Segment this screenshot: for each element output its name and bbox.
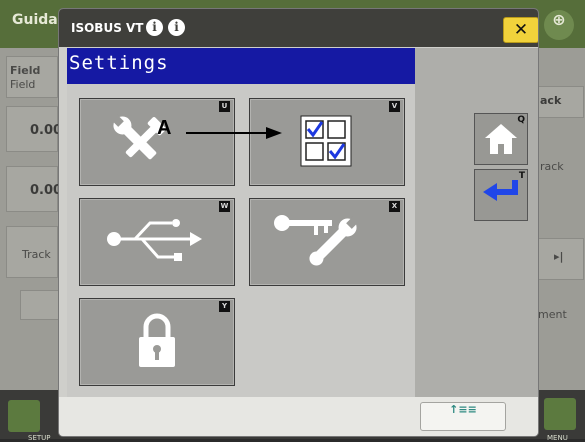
menu-button[interactable] xyxy=(544,398,576,430)
lock-icon xyxy=(139,313,175,367)
field-value: Field xyxy=(10,78,36,91)
page-up-button[interactable]: ↑≡≡ xyxy=(420,402,506,431)
side-panel xyxy=(415,48,538,397)
dialog-title: ISOBUS VT xyxy=(71,21,144,35)
value2: 0.00 xyxy=(30,183,63,198)
callout-label: A xyxy=(157,117,172,139)
app-title: Guida xyxy=(12,12,58,28)
home-button[interactable]: Q xyxy=(474,113,528,165)
track-label: Track xyxy=(22,248,51,261)
close-button[interactable]: ✕ xyxy=(503,17,538,43)
info-icon[interactable]: i xyxy=(146,19,163,36)
right-panel: ack rack ▸| ment xyxy=(532,48,585,390)
back-button[interactable]: T xyxy=(474,169,528,221)
setup-button[interactable] xyxy=(8,400,40,432)
callout-arrow-icon xyxy=(186,127,282,139)
menu-label: MENU xyxy=(547,434,568,442)
info-icon[interactable]: i xyxy=(168,19,185,36)
key-wrench-icon xyxy=(274,215,359,266)
settings-title: Settings xyxy=(69,52,169,74)
skip-icon: ▸| xyxy=(554,250,564,263)
top-right-icon[interactable]: ⊕ xyxy=(544,10,574,40)
usb-tile[interactable]: W xyxy=(79,198,235,286)
dialog-header: ISOBUS VT i i ✕ xyxy=(59,9,538,47)
lock-tile[interactable]: Y xyxy=(79,298,235,386)
right-track-label: rack xyxy=(540,160,564,173)
usb-icon xyxy=(107,219,202,261)
home-key: Q xyxy=(517,115,525,125)
left-panel: Field Field 0.00 0.00 Track xyxy=(0,48,62,390)
field-card[interactable] xyxy=(6,56,58,98)
back-key: T xyxy=(518,171,525,181)
dialog-footer: ↑≡≡ xyxy=(59,397,538,436)
key-wrench-tile[interactable]: X xyxy=(249,198,405,286)
value1: 0.00 xyxy=(30,123,63,138)
isobus-vt-dialog: ISOBUS VT i i ✕ Settings U V W X Y A Q T… xyxy=(59,9,538,436)
settings-title-bar: Settings xyxy=(67,48,415,84)
setup-label: SETUP xyxy=(28,434,51,442)
back-label: ack xyxy=(540,94,562,107)
field-label: Field xyxy=(10,64,41,77)
track-button[interactable] xyxy=(20,290,62,320)
right-ment-label: ment xyxy=(538,308,567,321)
